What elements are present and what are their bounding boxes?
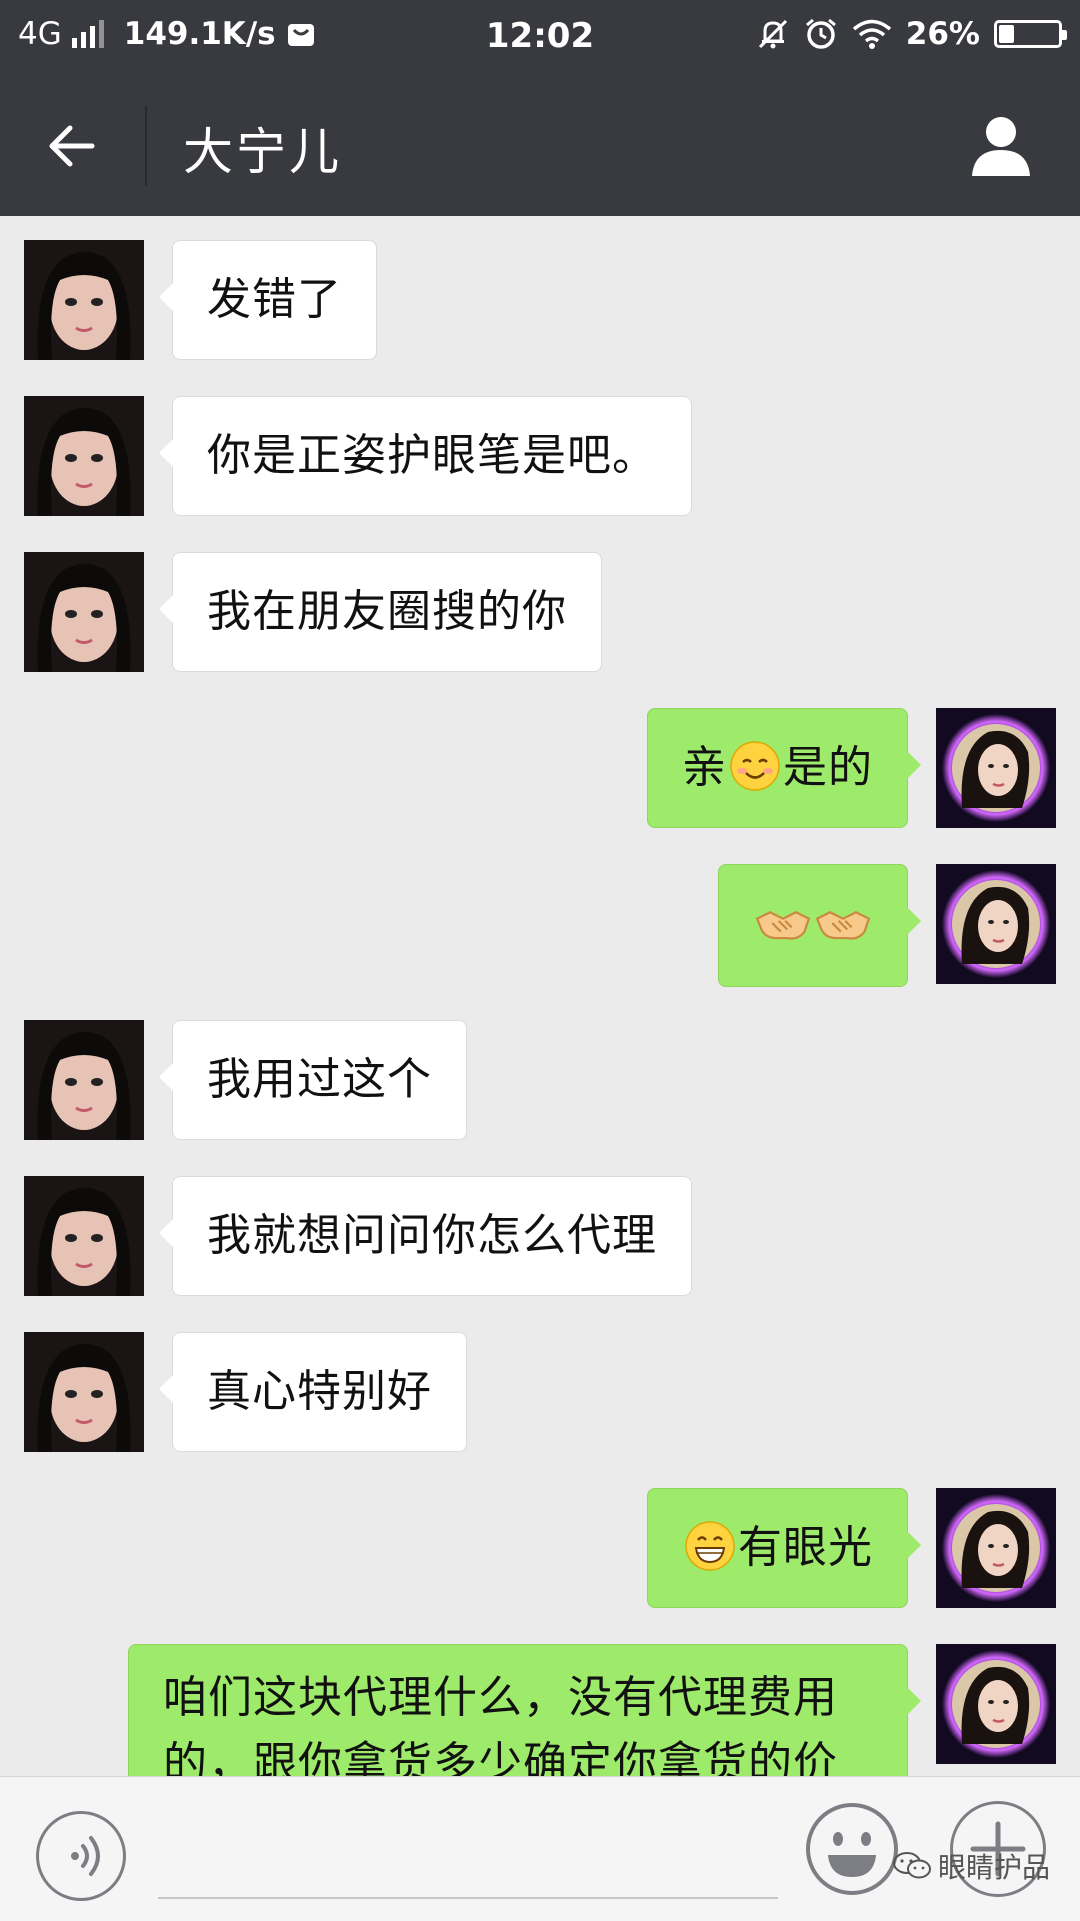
- message-text: 是的: [783, 742, 873, 793]
- contact-avatar[interactable]: [24, 396, 144, 516]
- contact-avatar[interactable]: [24, 240, 144, 360]
- message-text: 我用过这个: [207, 1054, 432, 1105]
- my-avatar[interactable]: [936, 1488, 1056, 1608]
- arrow-left-icon: [49, 125, 95, 167]
- mute-icon: [758, 19, 787, 49]
- message-text: 发错了: [207, 274, 342, 325]
- message-bubble[interactable]: 我就想问问你怎么代理: [159, 1176, 692, 1296]
- my-avatar[interactable]: [936, 708, 1056, 828]
- voice-icon: [71, 1836, 100, 1876]
- chat-title: 大宁儿: [183, 123, 342, 181]
- message-text: 我在朋友圈搜的你: [207, 586, 567, 637]
- message-text: 我就想问问你怎么代理: [207, 1210, 657, 1261]
- contact-avatar[interactable]: [24, 1332, 144, 1452]
- back-button[interactable]: [40, 114, 104, 178]
- message-bubble[interactable]: 你是正姿护眼笔是吧。: [159, 396, 692, 516]
- watermark: 眼睛护品: [892, 1846, 1050, 1886]
- contact-avatar[interactable]: [24, 1020, 144, 1140]
- message-text: 亲: [682, 742, 727, 793]
- smiley-icon: [806, 1803, 898, 1895]
- person-icon: [972, 117, 1030, 176]
- message-bubble[interactable]: 我用过这个: [159, 1020, 467, 1140]
- contact-avatar[interactable]: [24, 1176, 144, 1296]
- message-text: 你是正姿护眼笔是吧。: [207, 430, 657, 481]
- emoji-button[interactable]: [804, 1801, 900, 1897]
- chat-info-button[interactable]: [966, 110, 1036, 180]
- battery-icon: [994, 20, 1067, 48]
- status-bar: 4G 149.1K/s 12:02 26%: [0, 0, 1080, 76]
- smiling-blush-emoji-icon: [730, 741, 780, 791]
- message-bubble[interactable]: 咱们这块代理什么，没有代理费用的，跟你拿货多少确定你拿货的价: [128, 1644, 921, 1776]
- message-bubble[interactable]: 真心特别好: [159, 1332, 467, 1452]
- alarm-icon: [805, 18, 836, 49]
- watermark-text: 眼睛护品: [938, 1851, 1051, 1884]
- wechat-icon: [893, 1852, 931, 1879]
- my-avatar[interactable]: [936, 864, 1056, 984]
- message-bubble[interactable]: 有眼光: [647, 1488, 921, 1608]
- nav-divider: [145, 106, 147, 186]
- message-bubble[interactable]: [718, 864, 921, 987]
- message-bubble[interactable]: 我在朋友圈搜的你: [159, 552, 602, 672]
- input-underline: [158, 1897, 778, 1899]
- grinning-emoji-icon: [685, 1521, 735, 1571]
- message-text: 有眼光: [738, 1522, 873, 1573]
- chat-header: 大宁儿: [0, 76, 1080, 216]
- message-text: 真心特别好: [207, 1366, 432, 1417]
- contact-avatar[interactable]: [24, 552, 144, 672]
- handshake-emoji-icon: [755, 911, 811, 940]
- message-input[interactable]: [158, 1807, 782, 1895]
- handshake-emoji-icon: [815, 911, 871, 940]
- message-bubble[interactable]: 发错了: [159, 240, 377, 360]
- message-bubble[interactable]: 亲 是的: [647, 708, 921, 828]
- message-text: 咱们这块代理什么，没有代理费用的，跟你拿货多少确定你拿货的价: [163, 1672, 838, 1776]
- my-avatar[interactable]: [936, 1644, 1056, 1764]
- voice-input-button[interactable]: [36, 1811, 126, 1901]
- wifi-icon: [852, 19, 891, 49]
- battery-percent: 26%: [905, 16, 980, 52]
- message-list[interactable]: 发错了 你是正姿护眼笔是吧。 我在朋友圈搜的你 亲 是的 我用过这个 我就想问问…: [0, 216, 1080, 1776]
